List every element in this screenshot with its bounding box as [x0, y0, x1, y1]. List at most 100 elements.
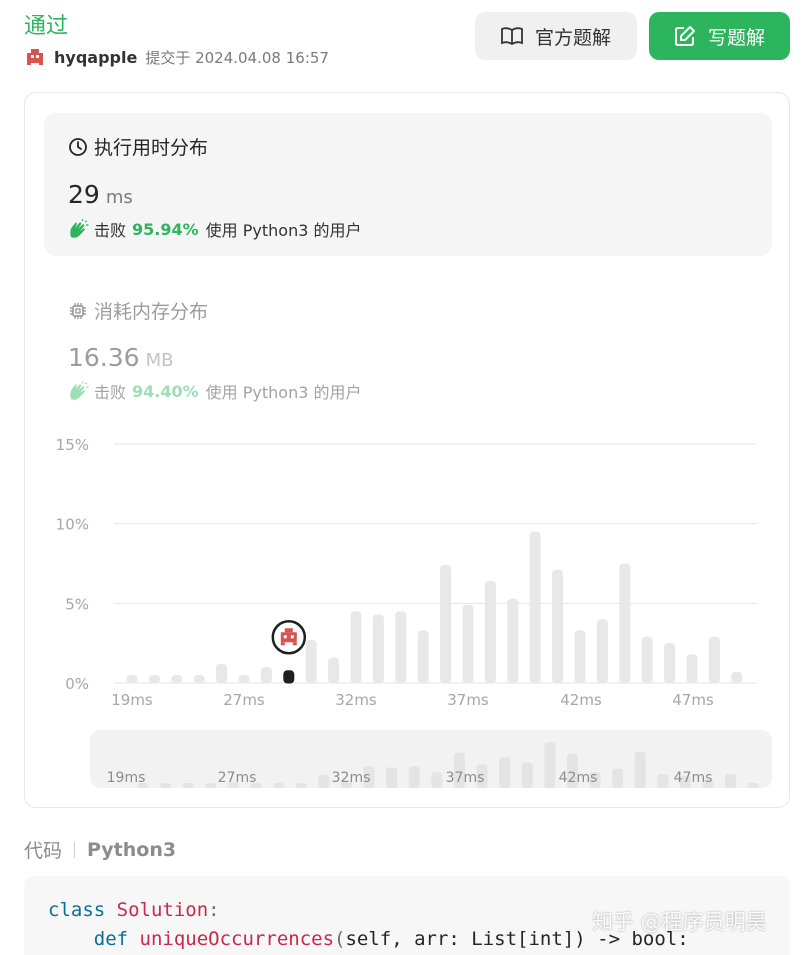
bar-current-submission[interactable] [283, 670, 295, 684]
memory-beats: 击败 94.40% 使用 Python3 的用户 [68, 379, 361, 403]
username-link[interactable]: hyqapple [54, 48, 137, 67]
bar[interactable] [484, 581, 496, 684]
memory-unit: MB [145, 350, 174, 371]
bar[interactable] [686, 654, 698, 684]
divider [74, 841, 76, 858]
mini-x-tick-label: 42ms [559, 770, 598, 786]
memory-beats-prefix: 击败 [94, 383, 127, 402]
mini-bar [273, 783, 285, 788]
bar[interactable] [171, 675, 183, 684]
memory-title: 消耗内存分布 [68, 297, 208, 324]
mini-bar [657, 774, 669, 788]
memory-panel[interactable]: 消耗内存分布 16.36 MB 击败 94.40% 使用 Python3 的用户 [44, 275, 772, 402]
mini-bar [612, 768, 624, 788]
bar[interactable] [148, 675, 160, 684]
mini-x-tick-label: 19ms [107, 770, 146, 786]
mini-bar [747, 783, 759, 788]
x-tick-label: 47ms [672, 691, 714, 709]
stats-card: 执行用时分布 29 ms 击败 95.94% 使用 Python3 的用户 消耗内… [24, 92, 790, 808]
bar[interactable] [350, 611, 362, 684]
clap-hands-icon [70, 381, 89, 400]
avatar-icon [27, 49, 43, 65]
bar[interactable] [417, 630, 429, 684]
write-solution-label: 写题解 [707, 26, 765, 49]
bar[interactable] [552, 569, 564, 684]
runtime-beats-percent: 95.94% [132, 219, 199, 239]
mini-bar [182, 783, 194, 788]
runtime-title: 执行用时分布 [68, 133, 208, 160]
mini-bar [725, 774, 737, 788]
x-tick-label: 27ms [223, 691, 265, 709]
bar[interactable] [328, 657, 340, 684]
runtime-panel[interactable]: 执行用时分布 29 ms 击败 95.94% 使用 Python3 的用户 [44, 113, 772, 256]
y-tick-label: 0% [65, 675, 89, 693]
bar[interactable] [641, 636, 653, 684]
watermark: 知乎 @程序员明昊 [592, 910, 767, 934]
mini-distribution-chart[interactable]: 19ms 27ms 32ms 37ms 42ms 47ms [90, 730, 772, 788]
bar[interactable] [260, 667, 272, 684]
bar[interactable] [216, 663, 228, 684]
runtime-number: 29 [68, 180, 100, 209]
runtime-beats-prefix: 击败 [94, 221, 127, 240]
code-keyword: def [93, 928, 129, 950]
mini-bar [205, 783, 217, 788]
submitted-timestamp: 提交于 2024.04.08 16:57 [145, 48, 329, 67]
current-user-marker [271, 620, 307, 655]
memory-title-text: 消耗内存分布 [94, 301, 209, 323]
bar[interactable] [238, 675, 250, 684]
x-tick-label: 42ms [560, 691, 602, 709]
x-tick-label: 32ms [335, 691, 377, 709]
submission-status: 通过 [24, 14, 69, 39]
bar[interactable] [126, 675, 138, 684]
bar[interactable] [529, 531, 541, 684]
mini-bar [431, 772, 443, 788]
memory-value: 16.36 MB [68, 343, 173, 372]
x-tick-label: 37ms [447, 691, 489, 709]
y-tick-label: 5% [65, 595, 89, 613]
bar[interactable] [731, 671, 743, 684]
x-tick-label: 19ms [111, 691, 153, 709]
mini-bar [295, 783, 307, 788]
official-solution-button[interactable]: 官方题解 [475, 12, 637, 60]
runtime-beats: 击败 95.94% 使用 Python3 的用户 [68, 217, 361, 241]
y-tick-label: 10% [56, 516, 89, 534]
bar[interactable] [664, 643, 676, 684]
bar[interactable] [193, 675, 205, 684]
bar[interactable] [708, 636, 720, 684]
memory-number: 16.36 [68, 343, 140, 372]
code-language: Python3 [87, 838, 177, 861]
bar[interactable] [305, 639, 317, 684]
runtime-value: 29 ms [68, 180, 133, 209]
y-tick-label: 15% [56, 436, 89, 454]
code-header: 代码 Python3 [24, 836, 176, 863]
bar[interactable] [372, 614, 384, 684]
code-class-name: Solution [116, 899, 209, 921]
mini-bar [634, 752, 646, 788]
bar[interactable] [574, 630, 586, 684]
bar[interactable] [462, 604, 474, 684]
code-tab-label[interactable]: 代码 [24, 836, 62, 863]
runtime-unit: ms [105, 187, 133, 208]
clap-hands-icon [70, 219, 89, 238]
bar[interactable] [507, 598, 519, 684]
chart-range-slider[interactable]: 19ms 27ms 32ms 37ms 42ms 47ms [90, 730, 772, 788]
avatar[interactable] [24, 46, 46, 68]
runtime-beats-suffix: 使用 Python3 的用户 [205, 221, 362, 240]
write-solution-button[interactable]: 写题解 [649, 12, 790, 60]
bar[interactable] [395, 611, 407, 684]
mini-x-tick-label: 32ms [332, 770, 371, 786]
edit-icon [674, 26, 695, 46]
mini-bar [386, 767, 398, 788]
bar[interactable] [619, 563, 631, 684]
bar[interactable] [596, 619, 608, 684]
mini-bar [521, 762, 533, 788]
mini-bar [160, 783, 172, 788]
chip-icon [70, 302, 86, 319]
runtime-title-text: 执行用时分布 [94, 137, 209, 159]
memory-beats-suffix: 使用 Python3 的用户 [205, 383, 362, 402]
mini-x-tick-label: 27ms [218, 770, 257, 786]
runtime-distribution-chart[interactable]: 15% 10% 5% 0% 19ms 27ms 32ms 37ms 42ms 47ms [25, 423, 791, 723]
bar[interactable] [440, 565, 452, 684]
memory-beats-percent: 94.40% [132, 381, 199, 401]
mini-x-tick-label: 47ms [674, 770, 713, 786]
